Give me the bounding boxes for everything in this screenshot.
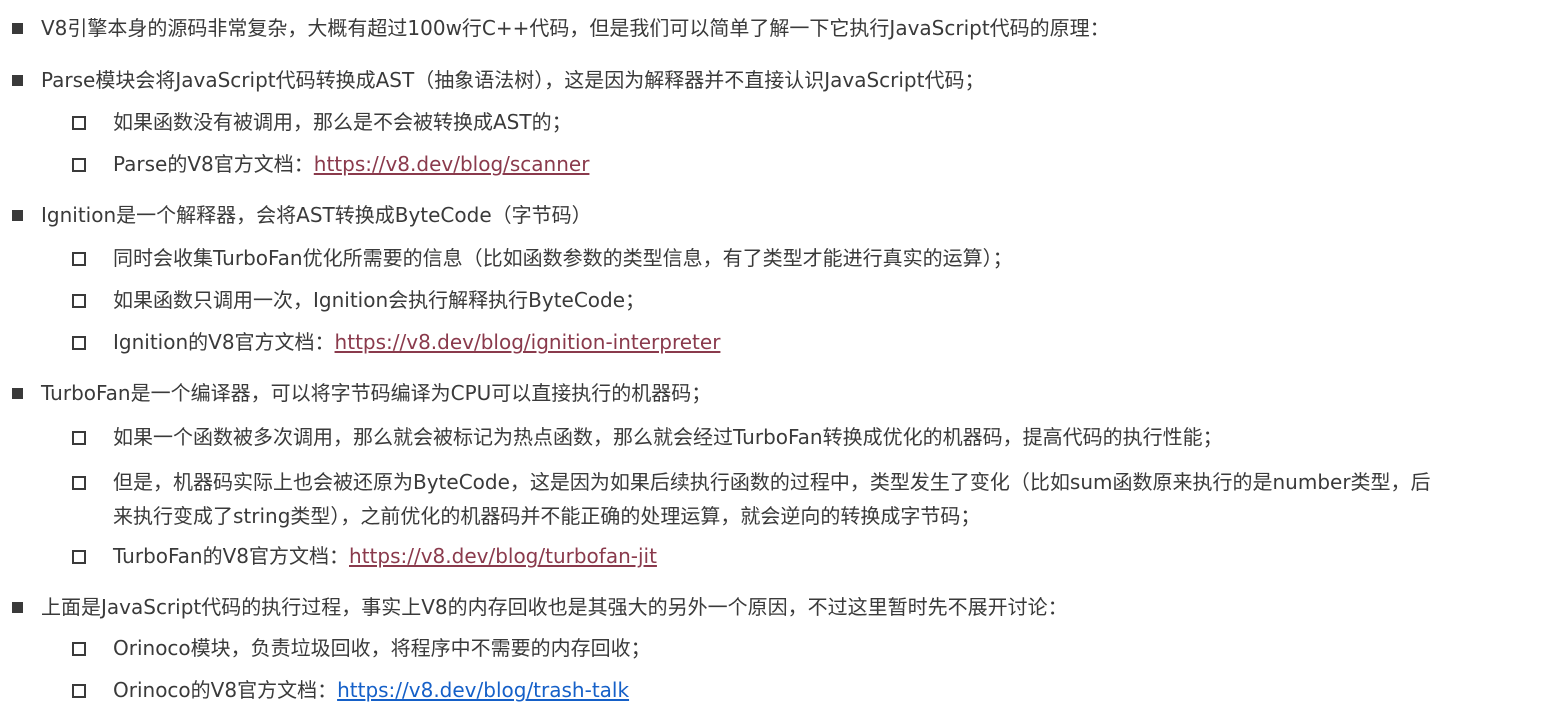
bullet-item-turbofan: TurboFan是一个编译器，可以将字节码编译为CPU可以直接执行的机器码；: [0, 379, 1562, 407]
hollow-square-bullet-icon: [72, 116, 86, 130]
sub-item-ignition-docs: Ignition的V8官方文档：https://v8.dev/blog/igni…: [72, 328, 720, 356]
sub-item-turbofan-docs: TurboFan的V8官方文档：https://v8.dev/blog/turb…: [72, 542, 657, 570]
sub-item-orinoco-docs: Orinoco的V8官方文档：https://v8.dev/blog/trash…: [72, 676, 629, 704]
bullet-item-parse: Parse模块会将JavaScript代码转换成AST（抽象语法树），这是因为解…: [0, 66, 1562, 94]
hollow-square-bullet-icon: [72, 431, 86, 445]
turbofan-docs-link[interactable]: https://v8.dev/blog/turbofan-jit: [349, 544, 657, 568]
sub-item-text: 如果一个函数被多次调用，那么就会被标记为热点函数，那么就会经过TurboFan转…: [113, 425, 1223, 449]
bullet-item-memory: 上面是JavaScript代码的执行过程，事实上V8的内存回收也是其强大的另外一…: [0, 593, 1562, 621]
bullet-item-v8-overview: V8引擎本身的源码非常复杂，大概有超过100w行C++代码，但是我们可以简单了解…: [0, 14, 1562, 42]
bullet-text: Ignition是一个解释器，会将AST转换成ByteCode（字节码）: [41, 203, 592, 227]
bullet-text: Parse模块会将JavaScript代码转换成AST（抽象语法树），这是因为解…: [41, 68, 985, 92]
hollow-square-bullet-icon: [72, 294, 86, 308]
hollow-square-bullet-icon: [72, 158, 86, 172]
sub-item-ignition-once: 如果函数只调用一次，Ignition会执行解释执行ByteCode；: [72, 286, 645, 314]
square-bullet-icon: [12, 388, 23, 399]
sub-item-text-line-1: 但是，机器码实际上也会被还原为ByteCode，这是因为如果后续执行函数的过程中…: [113, 470, 1431, 494]
orinoco-docs-link[interactable]: https://v8.dev/blog/trash-talk: [337, 678, 629, 702]
sub-item-ignition-collect: 同时会收集TurboFan优化所需要的信息（比如函数参数的类型信息，有了类型才能…: [72, 244, 1013, 272]
sub-item-text: Parse的V8官方文档：: [113, 152, 314, 176]
sub-item-parse-not-called: 如果函数没有被调用，那么是不会被转换成AST的；: [72, 108, 572, 136]
document-page: V8引擎本身的源码非常复杂，大概有超过100w行C++代码，但是我们可以简单了解…: [0, 0, 1562, 718]
sub-item-text: 同时会收集TurboFan优化所需要的信息（比如函数参数的类型信息，有了类型才能…: [113, 246, 1013, 270]
hollow-square-bullet-icon: [72, 252, 86, 266]
sub-item-text: 如果函数只调用一次，Ignition会执行解释执行ByteCode；: [113, 288, 646, 312]
sub-item-text: Orinoco的V8官方文档：: [113, 678, 338, 702]
sub-item-text: Orinoco模块，负责垃圾回收，将程序中不需要的内存回收；: [113, 636, 651, 660]
sub-item-parse-docs: Parse的V8官方文档：https://v8.dev/blog/scanner: [72, 150, 589, 178]
hollow-square-bullet-icon: [72, 550, 86, 564]
bullet-item-ignition: Ignition是一个解释器，会将AST转换成ByteCode（字节码）: [0, 201, 1562, 229]
sub-item-text: 如果函数没有被调用，那么是不会被转换成AST的；: [113, 110, 572, 134]
square-bullet-icon: [12, 23, 23, 34]
hollow-square-bullet-icon: [72, 684, 86, 698]
sub-item-text-line-2: 来执行变成了string类型），之前优化的机器码并不能正确的处理运算，就会逆向的…: [113, 504, 981, 528]
bullet-text: 上面是JavaScript代码的执行过程，事实上V8的内存回收也是其强大的另外一…: [41, 595, 1068, 619]
hollow-square-bullet-icon: [72, 336, 86, 350]
sub-item-text: Ignition的V8官方文档：: [113, 330, 335, 354]
sub-item-orinoco: Orinoco模块，负责垃圾回收，将程序中不需要的内存回收；: [72, 634, 651, 662]
bullet-text: V8引擎本身的源码非常复杂，大概有超过100w行C++代码，但是我们可以简单了解…: [41, 16, 1110, 40]
bullet-text: TurboFan是一个编译器，可以将字节码编译为CPU可以直接执行的机器码；: [41, 381, 712, 405]
hollow-square-bullet-icon: [72, 476, 86, 490]
square-bullet-icon: [12, 602, 23, 613]
parse-docs-link[interactable]: https://v8.dev/blog/scanner: [314, 152, 590, 176]
sub-item-turbofan-deopt: 但是，机器码实际上也会被还原为ByteCode，这是因为如果后续执行函数的过程中…: [72, 465, 1431, 533]
sub-item-turbofan-hot: 如果一个函数被多次调用，那么就会被标记为热点函数，那么就会经过TurboFan转…: [72, 423, 1223, 451]
ignition-docs-link[interactable]: https://v8.dev/blog/ignition-interpreter: [335, 330, 721, 354]
square-bullet-icon: [12, 75, 23, 86]
square-bullet-icon: [12, 210, 23, 221]
sub-item-text: TurboFan的V8官方文档：: [113, 544, 350, 568]
hollow-square-bullet-icon: [72, 642, 86, 656]
